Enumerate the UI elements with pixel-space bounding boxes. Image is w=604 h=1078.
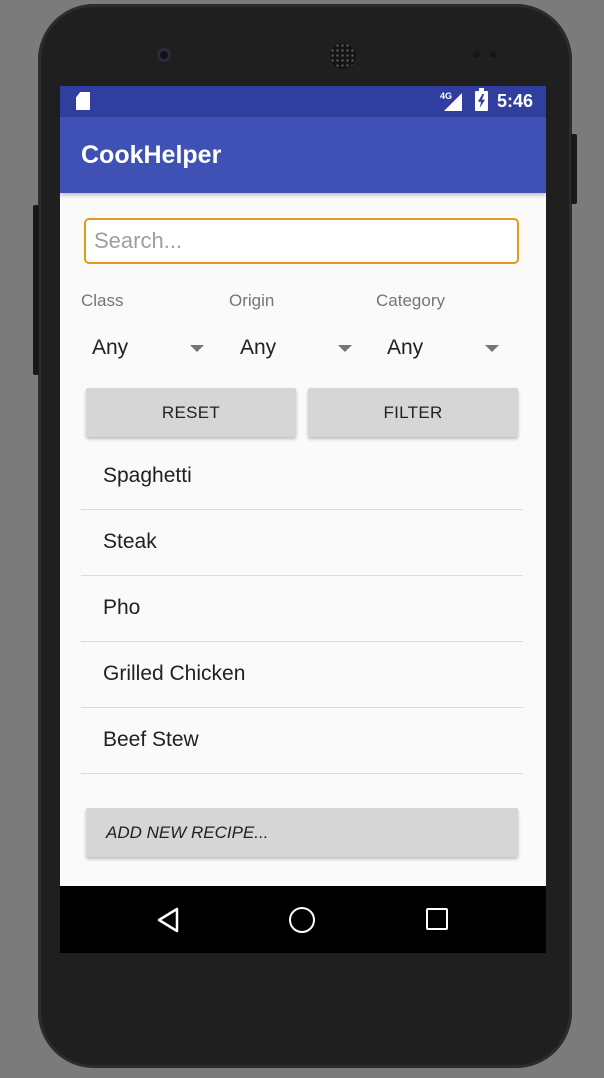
recipe-list: Spaghetti Steak Pho Grilled Chicken Beef… — [81, 444, 523, 774]
status-clock: 5:46 — [497, 91, 534, 111]
recipe-item[interactable]: Spaghetti — [81, 444, 523, 510]
proximity-sensor — [473, 51, 480, 58]
power-button — [571, 134, 577, 204]
battery-charging-icon — [475, 88, 488, 111]
origin-spinner[interactable]: Any — [240, 330, 370, 364]
origin-spinner-value: Any — [240, 336, 277, 359]
category-filter-label: Category — [376, 291, 445, 310]
navigation-bar — [60, 886, 546, 953]
search-input[interactable] — [84, 218, 519, 264]
dropdown-arrow-icon — [190, 345, 204, 352]
filter-button[interactable]: FILTER — [308, 388, 518, 437]
app-bar: CookHelper — [60, 117, 546, 193]
recipe-item[interactable]: Beef Stew — [81, 708, 523, 774]
class-spinner-value: Any — [92, 336, 129, 359]
sd-card-icon — [76, 92, 90, 110]
add-recipe-button[interactable]: ADD NEW RECIPE... — [86, 808, 518, 857]
recipe-item[interactable]: Grilled Chicken — [81, 642, 523, 708]
dropdown-arrow-icon — [485, 345, 499, 352]
class-spinner[interactable]: Any — [92, 330, 222, 364]
origin-filter-label: Origin — [229, 291, 275, 310]
front-camera — [157, 48, 171, 62]
category-spinner-value: Any — [387, 336, 424, 359]
network-type-label: 4G — [440, 91, 453, 101]
recents-icon[interactable] — [426, 908, 448, 930]
light-sensor — [490, 51, 497, 58]
earpiece-speaker — [330, 43, 356, 69]
category-spinner[interactable]: Any — [387, 330, 517, 364]
volume-rocker — [33, 205, 39, 375]
reset-button[interactable]: RESET — [86, 388, 296, 437]
class-filter-label: Class — [81, 291, 124, 310]
back-icon[interactable] — [156, 907, 180, 933]
status-bar: 4G 5:46 — [60, 86, 546, 117]
recipe-item[interactable]: Pho — [81, 576, 523, 642]
recipe-item[interactable]: Steak — [81, 510, 523, 576]
screen: 4G 5:46 CookHelper Class Origin Category… — [60, 86, 546, 953]
app-title: CookHelper — [81, 141, 222, 169]
home-icon[interactable] — [289, 907, 315, 933]
dropdown-arrow-icon — [338, 345, 352, 352]
